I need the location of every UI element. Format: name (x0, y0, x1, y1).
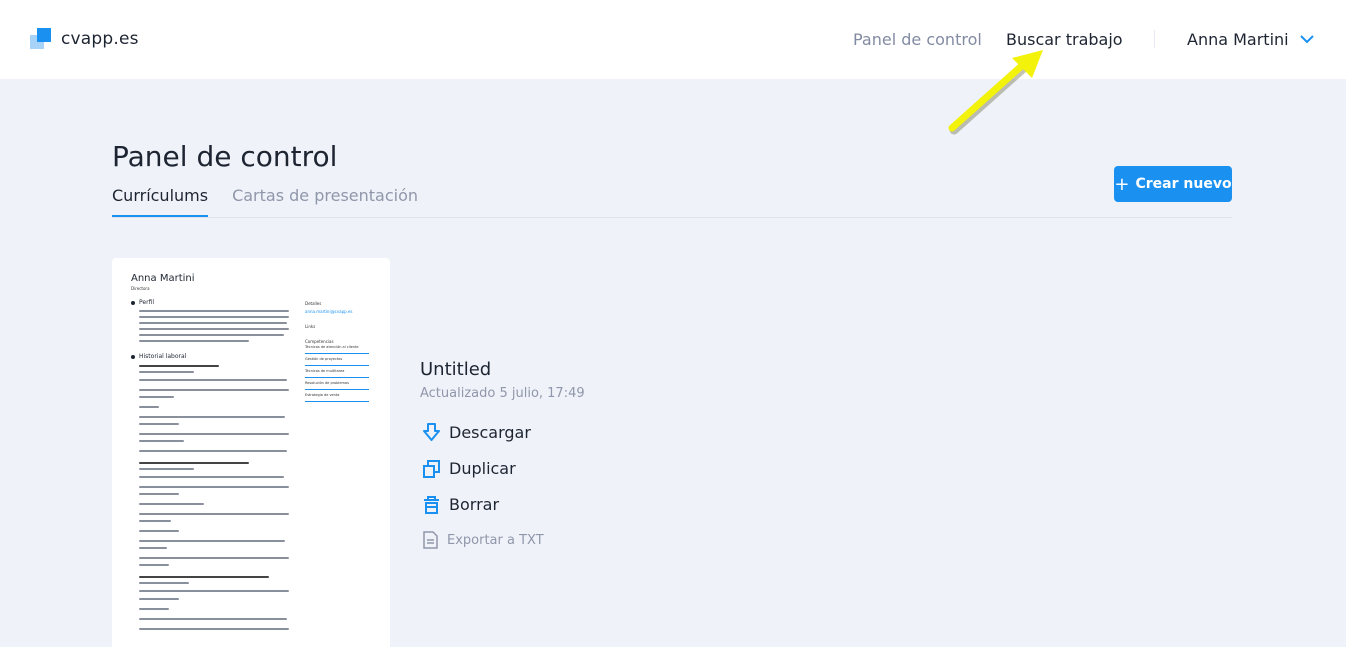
export-txt-button[interactable]: Exportar a TXT (423, 531, 544, 549)
cv-preview-work-heading: Historial laboral (131, 353, 186, 360)
export-txt-label: Exportar a TXT (447, 532, 544, 548)
delete-label: Borrar (449, 495, 500, 514)
top-header: cvapp.es Panel de control Buscar trabajo… (0, 0, 1346, 79)
resume-title[interactable]: Untitled (420, 359, 491, 380)
tab-resumes[interactable]: Currículums (112, 186, 209, 218)
cv-preview-name: Anna Martini (131, 273, 195, 284)
user-menu[interactable]: Anna Martini (1187, 30, 1314, 49)
cv-preview-skill: Estrategia de venta (305, 393, 369, 402)
cv-preview-profile-heading: Perfil (131, 299, 154, 306)
cv-preview-email: anna.martini@cvapp.es (305, 309, 353, 314)
plus-icon: + (1114, 173, 1130, 195)
nav-jobs-link[interactable]: Buscar trabajo (1006, 30, 1123, 49)
duplicate-icon (423, 459, 440, 478)
download-button[interactable]: Descargar (423, 423, 531, 442)
resume-preview-thumbnail[interactable]: Anna Martini Directora Perfil Historial … (112, 258, 390, 647)
annotation-arrow-icon (948, 50, 1043, 135)
user-name: Anna Martini (1187, 30, 1289, 49)
document-tabs: Currículums Cartas de presentación (112, 186, 442, 218)
cv-preview-skills-label: Competencias (305, 339, 334, 344)
logo[interactable]: cvapp.es (30, 28, 139, 50)
cv-preview-skill: Resolución de problemas (305, 381, 369, 390)
cv-preview-skill: Técnicas de atención al cliente (305, 345, 369, 354)
duplicate-label: Duplicar (449, 459, 516, 478)
tab-cover-letters[interactable]: Cartas de presentación (232, 186, 418, 218)
create-new-label: Crear nuevo (1135, 176, 1232, 192)
download-label: Descargar (449, 423, 531, 442)
cv-preview-links-label: Links (305, 324, 316, 329)
chevron-down-icon (1299, 35, 1314, 44)
nav-divider (1154, 30, 1155, 48)
nav-dashboard-link[interactable]: Panel de control (853, 30, 982, 49)
logo-text: cvapp.es (61, 29, 139, 49)
page-title: Panel de control (112, 140, 338, 173)
cv-preview-role: Directora (131, 286, 150, 291)
duplicate-button[interactable]: Duplicar (423, 459, 516, 478)
logo-icon (30, 28, 52, 50)
cv-preview-skill: Gestión de proyectos (305, 357, 369, 366)
tabs-divider (112, 217, 1232, 218)
create-new-button[interactable]: + Crear nuevo (1114, 166, 1232, 202)
text-file-icon (423, 531, 438, 549)
trash-icon (424, 495, 439, 514)
resume-updated-timestamp: Actualizado 5 julio, 17:49 (420, 386, 585, 401)
delete-button[interactable]: Borrar (423, 495, 499, 514)
cv-preview-skill: Técnicas de multitarea (305, 369, 369, 378)
cv-preview-details-label: Detalles (305, 301, 322, 306)
download-icon (423, 423, 440, 441)
